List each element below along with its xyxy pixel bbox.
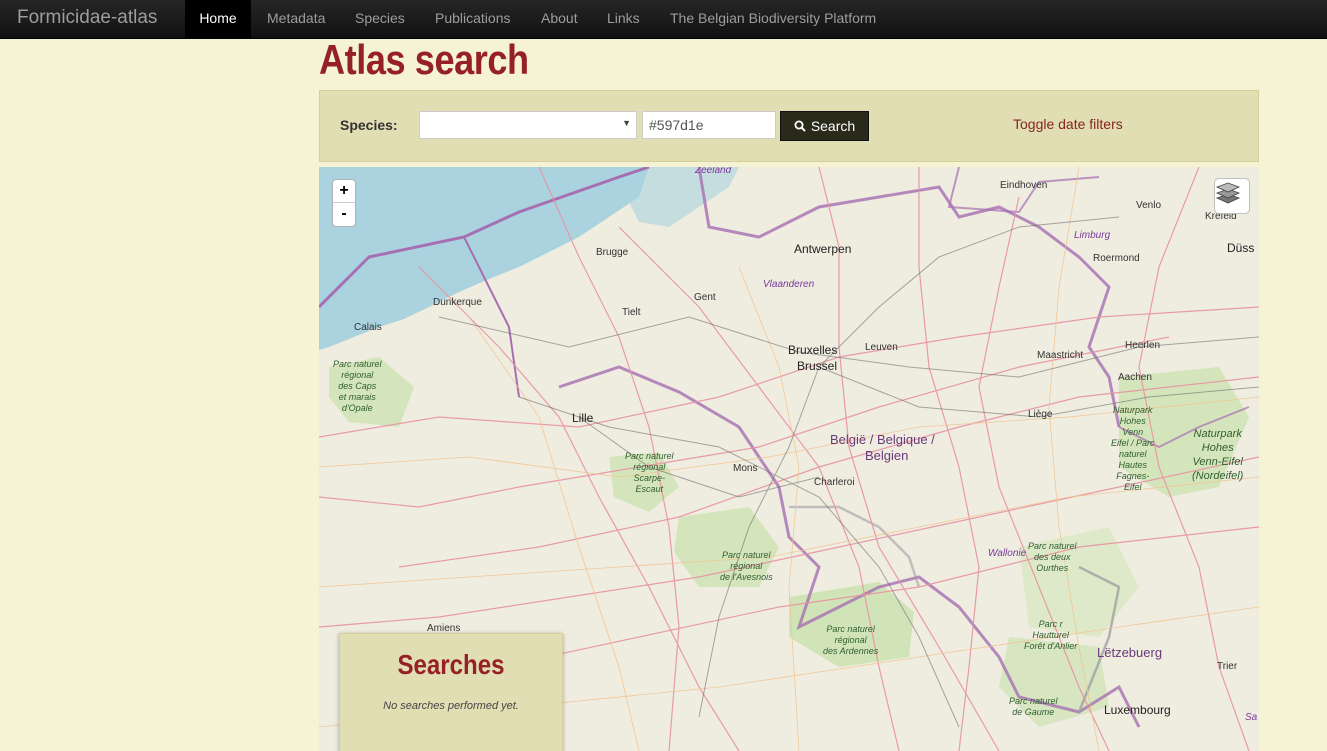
search-panel: Species: ▼ Search Toggle date filters xyxy=(319,90,1259,162)
map-label-park-nordeifel: Naturpark Hohes Venn-Eifel (Nordeifel) xyxy=(1192,428,1244,482)
map-label-park-anlier: Parc r Hautturel Forêt d'Anlier xyxy=(1024,619,1078,651)
map-label-tielt: Tielt xyxy=(622,307,641,318)
map-label-park-gaume: Parc naturel de Gaume xyxy=(1009,696,1058,717)
map-label-limburg: Limburg xyxy=(1074,230,1111,241)
map-label-park-ardennes: Parc naturel régional des Ardennes xyxy=(823,624,879,656)
map-label-calais: Calais xyxy=(354,322,382,333)
search-icon xyxy=(794,120,806,132)
layers-icon xyxy=(1215,182,1241,204)
color-input[interactable] xyxy=(642,111,776,139)
chevron-down-icon: ▼ xyxy=(622,118,631,128)
map[interactable]: Zeeland Eindhoven Venlo Krefeld Düss Lim… xyxy=(319,167,1259,751)
nav-links[interactable]: Links xyxy=(607,0,640,38)
map-label-vlaanderen: Vlaanderen xyxy=(763,279,815,290)
map-label-aachen: Aachen xyxy=(1118,372,1152,383)
map-label-letzebuerg: Lëtzebuerg xyxy=(1097,645,1163,660)
species-label: Species: xyxy=(340,117,398,133)
map-label-park-caps: Parc naturel régional des Caps et marais… xyxy=(333,359,382,413)
nav-publications[interactable]: Publications xyxy=(435,0,511,38)
map-label-belgie: België / Belgique / xyxy=(830,432,935,447)
searches-empty-message: No searches performed yet. xyxy=(383,700,519,712)
searches-title: Searches xyxy=(397,649,505,680)
map-label-liege: Liège xyxy=(1028,409,1053,420)
zoom-control: + - xyxy=(332,179,356,227)
zoom-out-button[interactable]: - xyxy=(333,203,355,225)
map-label-brugge: Brugge xyxy=(596,247,629,258)
search-button-label: Search xyxy=(810,118,856,134)
species-select[interactable]: ▼ xyxy=(419,111,637,139)
nav-home[interactable]: Home xyxy=(185,0,251,38)
top-navbar: Formicidae-atlas Home Metadata Species P… xyxy=(0,0,1327,39)
map-label-leuven: Leuven xyxy=(865,342,898,353)
map-label-brussel: Brussel xyxy=(797,359,838,373)
map-label-sa: Sa xyxy=(1245,712,1258,723)
search-button[interactable]: Search xyxy=(780,111,869,141)
map-label-gent: Gent xyxy=(694,292,716,303)
page-title: Atlas search xyxy=(319,36,529,83)
map-label-charleroi: Charleroi xyxy=(814,477,855,488)
map-label-belgien: Belgien xyxy=(865,448,909,463)
map-label-luxembourg: Luxembourg xyxy=(1104,703,1171,717)
map-label-maastricht: Maastricht xyxy=(1037,350,1084,361)
map-label-park-scarpe: Parc naturel régional Scarpe- Escaut xyxy=(625,451,674,494)
nav-metadata[interactable]: Metadata xyxy=(267,0,325,38)
map-label-bruxelles: Bruxelles xyxy=(788,343,838,357)
map-label-park-hohes-venn: Naturpark Hohes Venn Eifel / Parc nature… xyxy=(1111,405,1155,492)
layers-button[interactable] xyxy=(1214,178,1250,214)
map-label-park-ourthes: Parc naturel des deux Ourthes xyxy=(1028,541,1077,573)
map-label-antwerpen: Antwerpen xyxy=(794,242,852,256)
map-label-dusseldorf: Düss xyxy=(1227,241,1255,255)
zoom-in-button[interactable]: + xyxy=(333,180,355,202)
toggle-date-filters-link[interactable]: Toggle date filters xyxy=(1013,116,1123,132)
map-label-trier: Trier xyxy=(1217,661,1238,672)
nav-belgian-biodiversity-platform[interactable]: The Belgian Biodiversity Platform xyxy=(670,0,876,38)
map-label-park-avesnois: Parc naturel régional de l'Avesnois xyxy=(720,550,773,582)
map-label-wallonie: Wallonie xyxy=(988,548,1027,559)
map-label-venlo: Venlo xyxy=(1136,200,1162,211)
nav-about[interactable]: About xyxy=(541,0,578,38)
map-label-zeeland: Zeeland xyxy=(695,167,732,176)
searches-panel: Searches No searches performed yet. xyxy=(339,633,563,751)
map-label-roermond: Roermond xyxy=(1093,253,1140,264)
brand-link[interactable]: Formicidae-atlas xyxy=(17,0,157,38)
map-label-heerlen: Heerlen xyxy=(1125,340,1161,351)
map-label-eindhoven: Eindhoven xyxy=(1000,180,1048,191)
nav-species[interactable]: Species xyxy=(355,0,405,38)
map-label-dunkerque: Dunkerque xyxy=(433,297,482,308)
map-label-mons: Mons xyxy=(733,463,758,474)
map-label-lille: Lille xyxy=(572,411,594,425)
